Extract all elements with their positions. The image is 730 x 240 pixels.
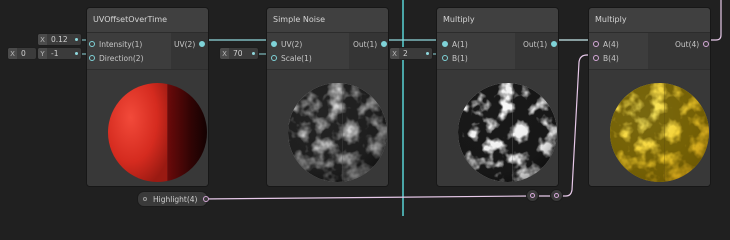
axis-label: X: [38, 34, 47, 45]
port-dot: [442, 55, 448, 61]
highlight-property-node[interactable]: Highlight(4): [138, 192, 210, 206]
node-preview: [87, 69, 208, 186]
field-connector-dot: [252, 52, 255, 55]
input-port-intensity[interactable]: Intensity(1): [89, 38, 142, 50]
node-title: Multiply: [443, 15, 475, 24]
input-port-uv[interactable]: UV(2): [271, 38, 302, 50]
port-label: Intensity(1): [99, 39, 143, 49]
field-value: -1: [51, 49, 59, 58]
scale-field[interactable]: X 70: [220, 48, 258, 59]
axis-label: Y: [38, 48, 47, 59]
node-title: UVOffsetOverTime: [93, 15, 168, 24]
red-sphere-preview: [108, 83, 207, 182]
input-ports: A(4) B(4): [589, 33, 648, 69]
field-connector-dot: [426, 52, 429, 55]
input-port-direction[interactable]: Direction(2): [89, 52, 144, 64]
port-label: B(1): [452, 53, 468, 63]
input-port-a[interactable]: A(4): [593, 38, 619, 50]
port-dot: [89, 55, 95, 61]
node-title-bar[interactable]: Multiply: [437, 8, 558, 33]
reroute-node-2[interactable]: [551, 190, 562, 201]
port-dot: [551, 41, 558, 47]
yellow-noise-sphere-preview: [610, 83, 709, 182]
port-label: Out(1): [353, 39, 378, 49]
field-value: 0.12: [51, 35, 68, 44]
multiply-node-2[interactable]: Multiply A(4) B(4) Out(4): [589, 8, 710, 186]
node-preview: [267, 69, 388, 186]
input-ports: UV(2) Scale(1): [267, 33, 349, 69]
node-title: Multiply: [595, 15, 627, 24]
port-dot: [271, 41, 277, 47]
wire-highlight: [199, 195, 532, 200]
multiply-b-field[interactable]: X 2: [390, 48, 432, 59]
axis-label: X: [220, 48, 229, 59]
intensity-field[interactable]: X 0.12: [38, 34, 81, 45]
node-title-bar[interactable]: Simple Noise: [267, 8, 388, 33]
port-label: UV(2): [174, 39, 196, 49]
output-port-out[interactable]: Out(1): [353, 38, 388, 50]
output-port-out[interactable]: Out(1): [523, 38, 558, 50]
direction-x-field[interactable]: X 0: [8, 48, 36, 59]
output-ports: UV(2): [171, 33, 208, 69]
port-dot: [593, 55, 599, 61]
output-port-out[interactable]: Out(4): [675, 38, 710, 50]
port-dot: [271, 55, 277, 61]
input-port-a[interactable]: A(1): [442, 38, 468, 50]
port-label: Out(1): [523, 39, 548, 49]
reroute-node-1[interactable]: [527, 190, 538, 201]
axis-label: X: [8, 48, 17, 59]
field-connector-dot: [75, 38, 78, 41]
noise-sphere-preview: [288, 83, 387, 182]
property-label: Highlight(4): [153, 194, 198, 204]
port-dot: [89, 41, 95, 47]
node-title-bar[interactable]: UVOffsetOverTime: [87, 8, 208, 33]
property-dot: [143, 197, 147, 201]
input-port-b[interactable]: B(1): [442, 52, 468, 64]
output-ports: Out(1): [515, 33, 558, 69]
port-dot: [593, 41, 599, 47]
port-label: A(4): [603, 39, 619, 49]
port-dot: [442, 41, 448, 47]
port-label: B(4): [603, 53, 619, 63]
port-dot: [199, 41, 206, 47]
field-value: 70: [233, 49, 243, 58]
white-noise-sphere-preview: [458, 83, 557, 182]
output-ports: Out(4): [648, 33, 710, 69]
port-label: A(1): [452, 39, 468, 49]
port-dot: [703, 41, 710, 47]
port-label: UV(2): [281, 39, 303, 49]
axis-label: X: [390, 48, 399, 59]
simple-noise-node[interactable]: Simple Noise UV(2) Scale(1) Out(1): [267, 8, 388, 186]
node-preview: [589, 69, 710, 186]
node-preview: [437, 69, 558, 186]
output-ports: Out(1): [349, 33, 388, 69]
output-port-uv[interactable]: UV(2): [174, 38, 206, 50]
reroute-port: [530, 193, 535, 198]
input-ports: Intensity(1) Direction(2): [87, 33, 171, 69]
port-dot: [381, 41, 388, 47]
port-label: Out(4): [675, 39, 700, 49]
direction-y-field[interactable]: Y -1: [38, 48, 81, 59]
uv-offset-node[interactable]: UVOffsetOverTime Intensity(1) Direction(…: [87, 8, 208, 186]
input-port-b[interactable]: B(4): [593, 52, 619, 64]
node-title: Simple Noise: [273, 15, 326, 24]
multiply-node-1[interactable]: Multiply A(1) B(1) Out(1): [437, 8, 558, 186]
field-value: 0: [21, 49, 26, 58]
field-connector-dot: [75, 52, 78, 55]
port-label: Scale(1): [281, 53, 312, 63]
input-ports: A(1) B(1): [437, 33, 515, 69]
input-port-scale[interactable]: Scale(1): [271, 52, 312, 64]
property-output-port[interactable]: [203, 196, 210, 202]
node-title-bar[interactable]: Multiply: [589, 8, 710, 33]
port-label: Direction(2): [99, 53, 144, 63]
reroute-port: [554, 193, 559, 198]
field-value: 2: [403, 49, 408, 58]
